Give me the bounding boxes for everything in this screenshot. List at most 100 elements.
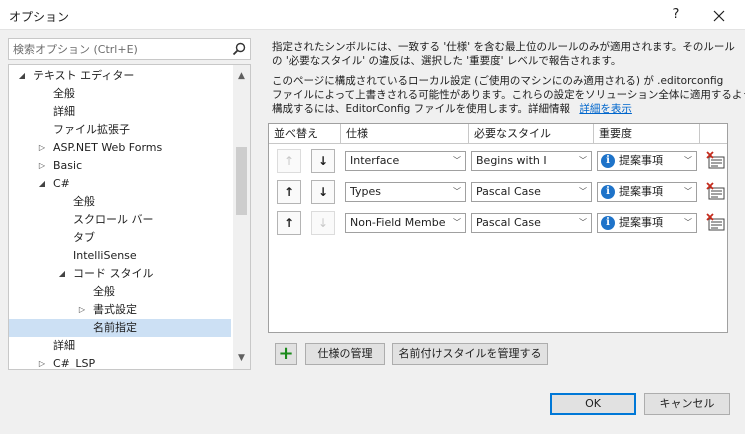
arrow-up-icon: ↑ [283, 185, 295, 199]
move-up-button[interactable]: ↑ [277, 149, 301, 173]
tree-item-label: 詳細 [53, 105, 75, 118]
delete-icon [706, 151, 725, 169]
tree-item-label: スクロール バー [73, 213, 154, 226]
tree-item-label: 全般 [73, 195, 95, 208]
tree-item-label: 詳細 [53, 339, 75, 352]
description-line: ファイルによって上書きされる可能性があります。これらの設定をソリューション全体に… [272, 89, 745, 101]
chevron-down-icon: ﹀ [579, 156, 587, 165]
help-button[interactable]: ? [666, 5, 686, 25]
scroll-down-icon[interactable]: ▼ [233, 351, 250, 365]
expand-icon[interactable]: ▷ [77, 301, 87, 319]
tree-item-label: 名前指定 [93, 321, 137, 334]
spec-dropdown[interactable]: Non-Field Membe ﹀ [345, 213, 466, 233]
tree-item-label: コード スタイル [73, 267, 154, 280]
move-down-button[interactable]: ↓ [311, 211, 335, 235]
chevron-down-icon: ﹀ [453, 187, 461, 196]
delete-icon [706, 213, 725, 231]
table-row: ↑ ↓ Types ﹀ Pascal Case ﹀ i 提案事項 ﹀ [269, 176, 727, 206]
arrow-up-icon: ↑ [283, 154, 295, 168]
tree-item-label: テキスト エディター [33, 69, 135, 82]
move-up-button[interactable]: ↑ [277, 211, 301, 235]
expand-icon[interactable]: ◢ [37, 175, 47, 193]
chevron-down-icon: ﹀ [684, 187, 692, 196]
chevron-down-icon: ﹀ [579, 187, 587, 196]
description-line: 指定されたシンボルには、一致する '仕様' を含む最上位のルールのみが適用されま… [272, 41, 735, 53]
style-dropdown[interactable]: Pascal Case ﹀ [471, 213, 592, 233]
tree-item-label: タブ [73, 231, 95, 244]
header-style: 必要なスタイル [469, 124, 594, 144]
search-input[interactable] [9, 39, 229, 59]
severity-value: 提案事項 [619, 154, 663, 167]
chevron-down-icon: ﹀ [453, 218, 461, 227]
learn-more-link[interactable]: 詳細を表示 [579, 103, 632, 115]
move-up-button[interactable]: ↑ [277, 180, 301, 204]
tree-item-label: 全般 [53, 87, 75, 100]
naming-rules-grid: 並べ替え 仕様 必要なスタイル 重要度 ↑ ↓ Interface ﹀ Begi… [268, 123, 728, 333]
tree-scrollbar[interactable]: ▲ ▼ [233, 65, 250, 369]
spec-value: Types [350, 185, 381, 198]
header-reorder: 並べ替え [269, 124, 341, 144]
severity-dropdown[interactable]: i 提案事項 ﹀ [597, 182, 697, 202]
tree-item-label: ASP.NET Web Forms [53, 141, 163, 154]
description-line: の '必要なスタイル' の違反は、選択した '重要度' レベルで報告されます。 [272, 55, 622, 67]
style-value: Pascal Case [476, 216, 541, 229]
style-dropdown[interactable]: Pascal Case ﹀ [471, 182, 592, 202]
scrollbar-thumb[interactable] [236, 147, 247, 215]
scroll-up-icon[interactable]: ▲ [233, 69, 250, 83]
tree-item-naming[interactable]: 名前指定 [9, 319, 231, 337]
title-bar: オプション ? [0, 0, 745, 30]
arrow-up-icon: ↑ [283, 216, 295, 230]
options-tree: ◢ テキスト エディター 全般 詳細 ファイル拡張子 ▷ ASP.NET Web… [8, 64, 251, 370]
delete-icon [706, 182, 725, 200]
delete-rule-button[interactable] [706, 151, 726, 171]
delete-rule-button[interactable] [706, 213, 726, 233]
window-title: オプション [9, 10, 70, 24]
plus-icon: + [278, 343, 294, 364]
expand-icon[interactable]: ▷ [37, 139, 47, 157]
expand-icon[interactable]: ◢ [57, 265, 67, 283]
arrow-down-icon: ↓ [317, 154, 329, 168]
style-value: Pascal Case [476, 185, 541, 198]
expand-icon[interactable]: ▷ [37, 157, 47, 175]
info-icon: i [601, 185, 615, 199]
spec-value: Non-Field Membe [350, 216, 446, 229]
spec-dropdown[interactable]: Interface ﹀ [345, 151, 466, 171]
severity-value: 提案事項 [619, 216, 663, 229]
chevron-down-icon: ﹀ [453, 156, 461, 165]
ok-button[interactable]: OK [550, 393, 636, 415]
manage-specs-button[interactable]: 仕様の管理 [305, 343, 385, 365]
expand-icon[interactable]: ◢ [17, 67, 27, 85]
chevron-down-icon: ﹀ [684, 156, 692, 165]
severity-value: 提案事項 [619, 185, 663, 198]
description-line: このページに構成されているローカル設定 (ご使用のマシンにのみ適用される) が … [272, 75, 724, 87]
table-row: ↑ ↓ Interface ﹀ Begins with I ﹀ i 提案事項 ﹀ [269, 145, 727, 175]
tree-item-label: Basic [53, 159, 83, 172]
severity-dropdown[interactable]: i 提案事項 ﹀ [597, 213, 697, 233]
add-rule-button[interactable]: + [275, 343, 297, 365]
spec-value: Interface [350, 154, 400, 167]
search-icon[interactable] [232, 42, 246, 56]
arrow-down-icon: ↓ [317, 185, 329, 199]
manage-naming-styles-button[interactable]: 名前付けスタイルを管理する [392, 343, 548, 365]
style-value: Begins with I [476, 154, 547, 167]
header-severity: 重要度 [594, 124, 700, 144]
tree-item-label: 書式設定 [93, 303, 137, 316]
move-down-button[interactable]: ↓ [311, 149, 335, 173]
expand-icon[interactable]: ▷ [37, 355, 47, 369]
table-row: ↑ ↓ Non-Field Membe ﹀ Pascal Case ﹀ i 提案… [269, 207, 727, 237]
delete-rule-button[interactable] [706, 182, 726, 202]
description-line-with-link: 構成するには、EditorConfig ファイルを使用します。詳細情報 詳細を表… [272, 102, 632, 116]
chevron-down-icon: ﹀ [579, 218, 587, 227]
close-button[interactable] [708, 5, 730, 27]
spec-dropdown[interactable]: Types ﹀ [345, 182, 466, 202]
tree-item-label: 全般 [93, 285, 115, 298]
grid-header: 並べ替え 仕様 必要なスタイル 重要度 [269, 124, 727, 144]
tree-item-label: IntelliSense [73, 249, 137, 262]
severity-dropdown[interactable]: i 提案事項 ﹀ [597, 151, 697, 171]
arrow-down-icon: ↓ [317, 216, 329, 230]
tree-item-label: C#_LSP [53, 357, 96, 370]
move-down-button[interactable]: ↓ [311, 180, 335, 204]
cancel-button[interactable]: キャンセル [644, 393, 730, 415]
tree-item-label: C# [53, 177, 70, 190]
style-dropdown[interactable]: Begins with I ﹀ [471, 151, 592, 171]
